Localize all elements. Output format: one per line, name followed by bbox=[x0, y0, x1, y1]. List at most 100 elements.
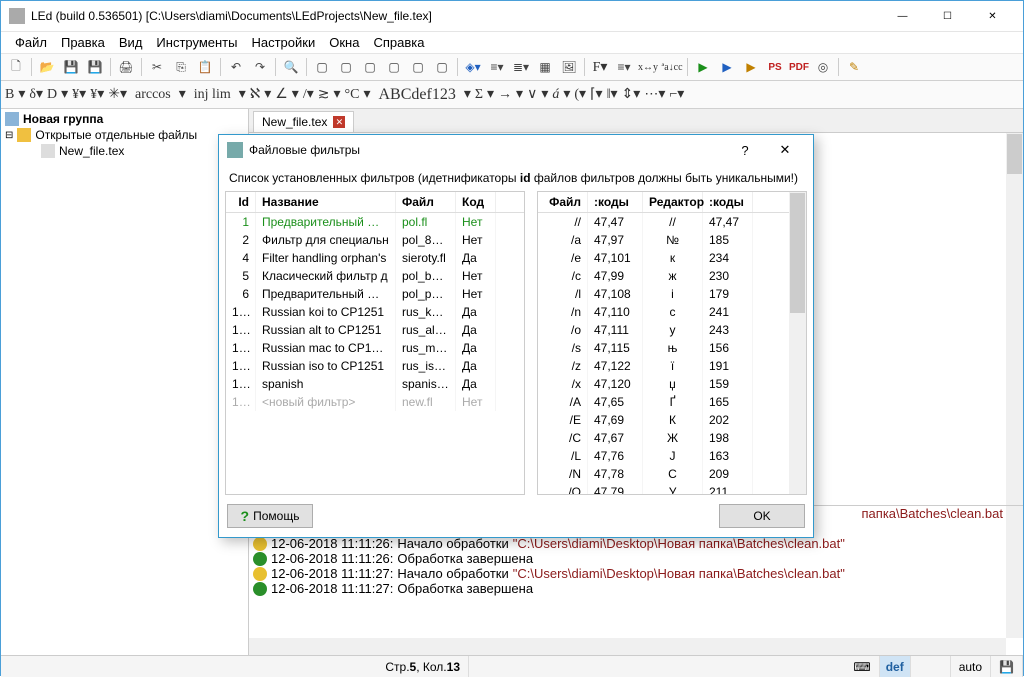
menu-tools[interactable]: Инструменты bbox=[150, 33, 243, 52]
run3-icon[interactable]: ▶ bbox=[740, 56, 762, 78]
menu-edit[interactable]: Правка bbox=[55, 33, 111, 52]
copy-icon[interactable]: ⎘ bbox=[170, 56, 192, 78]
yen2-icon[interactable]: ¥▾ bbox=[90, 86, 104, 103]
log-hscroll[interactable] bbox=[249, 638, 1006, 655]
image-icon[interactable]: 🖼 bbox=[558, 56, 580, 78]
listdash-icon[interactable]: ≣▾ bbox=[510, 56, 532, 78]
help-button[interactable]: ? Помощь bbox=[227, 504, 313, 528]
editor-scrollbar[interactable] bbox=[1006, 133, 1023, 505]
titlebar[interactable]: LEd (build 0.536501) [C:\Users\diami\Doc… bbox=[1, 1, 1023, 31]
layers-icon[interactable]: ◈▾ bbox=[462, 56, 484, 78]
aa-caron-icon[interactable]: ªa↓cc bbox=[661, 56, 683, 78]
code-row[interactable]: /x47,120џ159 bbox=[538, 375, 806, 393]
undo-icon[interactable]: ↶ bbox=[225, 56, 247, 78]
code-row[interactable]: /C47,67Ж198 bbox=[538, 429, 806, 447]
menu-view[interactable]: Вид bbox=[113, 33, 149, 52]
menu-windows[interactable]: Окна bbox=[323, 33, 365, 52]
ps-button[interactable]: PS bbox=[764, 56, 786, 78]
list-icon[interactable]: ≡▾ bbox=[486, 56, 508, 78]
grid-icon[interactable]: ▦ bbox=[534, 56, 556, 78]
code-row[interactable]: //47,47//47,47 bbox=[538, 213, 806, 231]
abcdef-btn[interactable]: ABCdef123 bbox=[374, 86, 459, 104]
save-icon[interactable]: 💾 bbox=[60, 56, 82, 78]
dialog-titlebar[interactable]: Файловые фильтры ? ✕ bbox=[219, 135, 813, 165]
box3-icon[interactable]: ▢ bbox=[359, 56, 381, 78]
box5-icon[interactable]: ▢ bbox=[407, 56, 429, 78]
injlim-btn[interactable]: inj lim bbox=[190, 87, 235, 103]
code-row[interactable]: /N47,78С209 bbox=[538, 465, 806, 483]
saveall-icon[interactable]: 💾 bbox=[84, 56, 106, 78]
new-icon[interactable]: 🗋 bbox=[5, 56, 27, 78]
paren-icon[interactable]: (▾ bbox=[574, 86, 586, 103]
filter-row[interactable]: 105<новый фильтр>new.flНет bbox=[226, 393, 524, 411]
box6-icon[interactable]: ▢ bbox=[431, 56, 453, 78]
collapse-icon[interactable]: ⊟ bbox=[5, 130, 13, 141]
arccos-btn[interactable]: arccos bbox=[131, 87, 175, 103]
vee-icon[interactable]: ∨ bbox=[527, 86, 537, 103]
bracket-icon[interactable]: ⌈▾ bbox=[590, 86, 603, 103]
code-row[interactable]: /l47,108і179 bbox=[538, 285, 806, 303]
log-vscroll[interactable] bbox=[1006, 506, 1023, 638]
print-icon[interactable]: 🖨 bbox=[115, 56, 137, 78]
code-row[interactable]: /L47,76Ј163 bbox=[538, 447, 806, 465]
yen1-icon[interactable]: ¥▾ bbox=[72, 86, 86, 103]
filter-row[interactable]: 4Filter handling orphan'ssieroty.flДа bbox=[226, 249, 524, 267]
dialog-help-icon[interactable]: ? bbox=[725, 143, 765, 158]
filter-row[interactable]: 6Предварительный филpol_polskНет bbox=[226, 285, 524, 303]
tree-file[interactable]: New_file.tex bbox=[3, 143, 246, 159]
filter-row[interactable]: 101Russian alt to CP1251rus_alt2wДа bbox=[226, 321, 524, 339]
aleph-icon[interactable]: ℵ bbox=[250, 86, 260, 103]
filters-table[interactable]: Id Название Файл Код 1Предварительный фи… bbox=[225, 191, 525, 495]
tree-group[interactable]: Новая группа bbox=[3, 111, 246, 127]
code-row[interactable]: /e47,101к234 bbox=[538, 249, 806, 267]
maximize-button[interactable]: ☐ bbox=[925, 2, 970, 30]
filter-row[interactable]: 5Класический фильтр дpol_babeНет bbox=[226, 267, 524, 285]
vert-icon[interactable]: ‖▾ bbox=[607, 86, 618, 103]
sigma-icon[interactable]: Σ bbox=[475, 87, 483, 103]
code-row[interactable]: /o47,111у243 bbox=[538, 321, 806, 339]
status-save-icon[interactable]: 💾 bbox=[991, 656, 1023, 677]
filter-row[interactable]: 103Russian iso to CP1251rus_iso2wДа bbox=[226, 357, 524, 375]
code-row[interactable]: /c47,99ж230 bbox=[538, 267, 806, 285]
delta-icon[interactable]: δ▾ bbox=[29, 86, 43, 103]
menu-file[interactable]: Файл bbox=[9, 33, 53, 52]
run1-icon[interactable]: ▶ bbox=[692, 56, 714, 78]
ge-icon[interactable]: ≳ bbox=[318, 86, 330, 103]
paste-icon[interactable]: 📋 bbox=[194, 56, 216, 78]
code-row[interactable]: /s47,115њ156 bbox=[538, 339, 806, 357]
filter-row[interactable]: 100Russian koi to CP1251rus_koi2vДа bbox=[226, 303, 524, 321]
edit-icon[interactable]: ✎ bbox=[843, 56, 865, 78]
code-row[interactable]: /z47,122ї191 bbox=[538, 357, 806, 375]
box2-icon[interactable]: ▢ bbox=[335, 56, 357, 78]
xy-swap-icon[interactable]: x↔y bbox=[637, 56, 659, 78]
angle-icon[interactable]: ∠ bbox=[275, 86, 288, 103]
menu-help[interactable]: Справка bbox=[367, 33, 430, 52]
code-row[interactable]: /a47,97№185 bbox=[538, 231, 806, 249]
redo-icon[interactable]: ↷ bbox=[249, 56, 271, 78]
font-icon[interactable]: F▾ bbox=[589, 56, 611, 78]
code-row[interactable]: /O47,79У211 bbox=[538, 483, 806, 495]
find-icon[interactable]: 🔍 bbox=[280, 56, 302, 78]
ok-button[interactable]: OK bbox=[719, 504, 805, 528]
corner-icon[interactable]: ⌐▾ bbox=[669, 86, 684, 103]
filter-row[interactable]: 2Фильтр для специальнpol_852.fНет bbox=[226, 231, 524, 249]
bold-B[interactable]: B bbox=[5, 87, 14, 103]
code-row[interactable]: /n47,110с241 bbox=[538, 303, 806, 321]
align-icon[interactable]: ≡▾ bbox=[613, 56, 635, 78]
code-row[interactable]: /A47,65Ґ165 bbox=[538, 393, 806, 411]
codes-scrollbar[interactable] bbox=[789, 192, 806, 494]
close-button[interactable]: ✕ bbox=[970, 2, 1015, 30]
scroll-thumb[interactable] bbox=[1007, 134, 1022, 174]
open-icon[interactable]: 📂 bbox=[36, 56, 58, 78]
minimize-button[interactable]: — bbox=[880, 2, 925, 30]
acute-a-icon[interactable]: á bbox=[552, 87, 559, 103]
star-icon[interactable]: ✳▾ bbox=[108, 86, 127, 103]
cut-icon[interactable]: ✂ bbox=[146, 56, 168, 78]
tree-open-files[interactable]: ⊟ Открытые отдельные файлы bbox=[3, 127, 246, 143]
arrow-icon[interactable]: → bbox=[498, 87, 512, 103]
project-tree[interactable]: Новая группа ⊟ Открытые отдельные файлы … bbox=[1, 109, 249, 655]
tab-close-icon[interactable]: ✕ bbox=[333, 116, 345, 128]
celsius-btn[interactable]: °C bbox=[345, 87, 360, 103]
target-icon[interactable]: ◎ bbox=[812, 56, 834, 78]
filter-row[interactable]: 1Предварительный филpol.flНет bbox=[226, 213, 524, 231]
